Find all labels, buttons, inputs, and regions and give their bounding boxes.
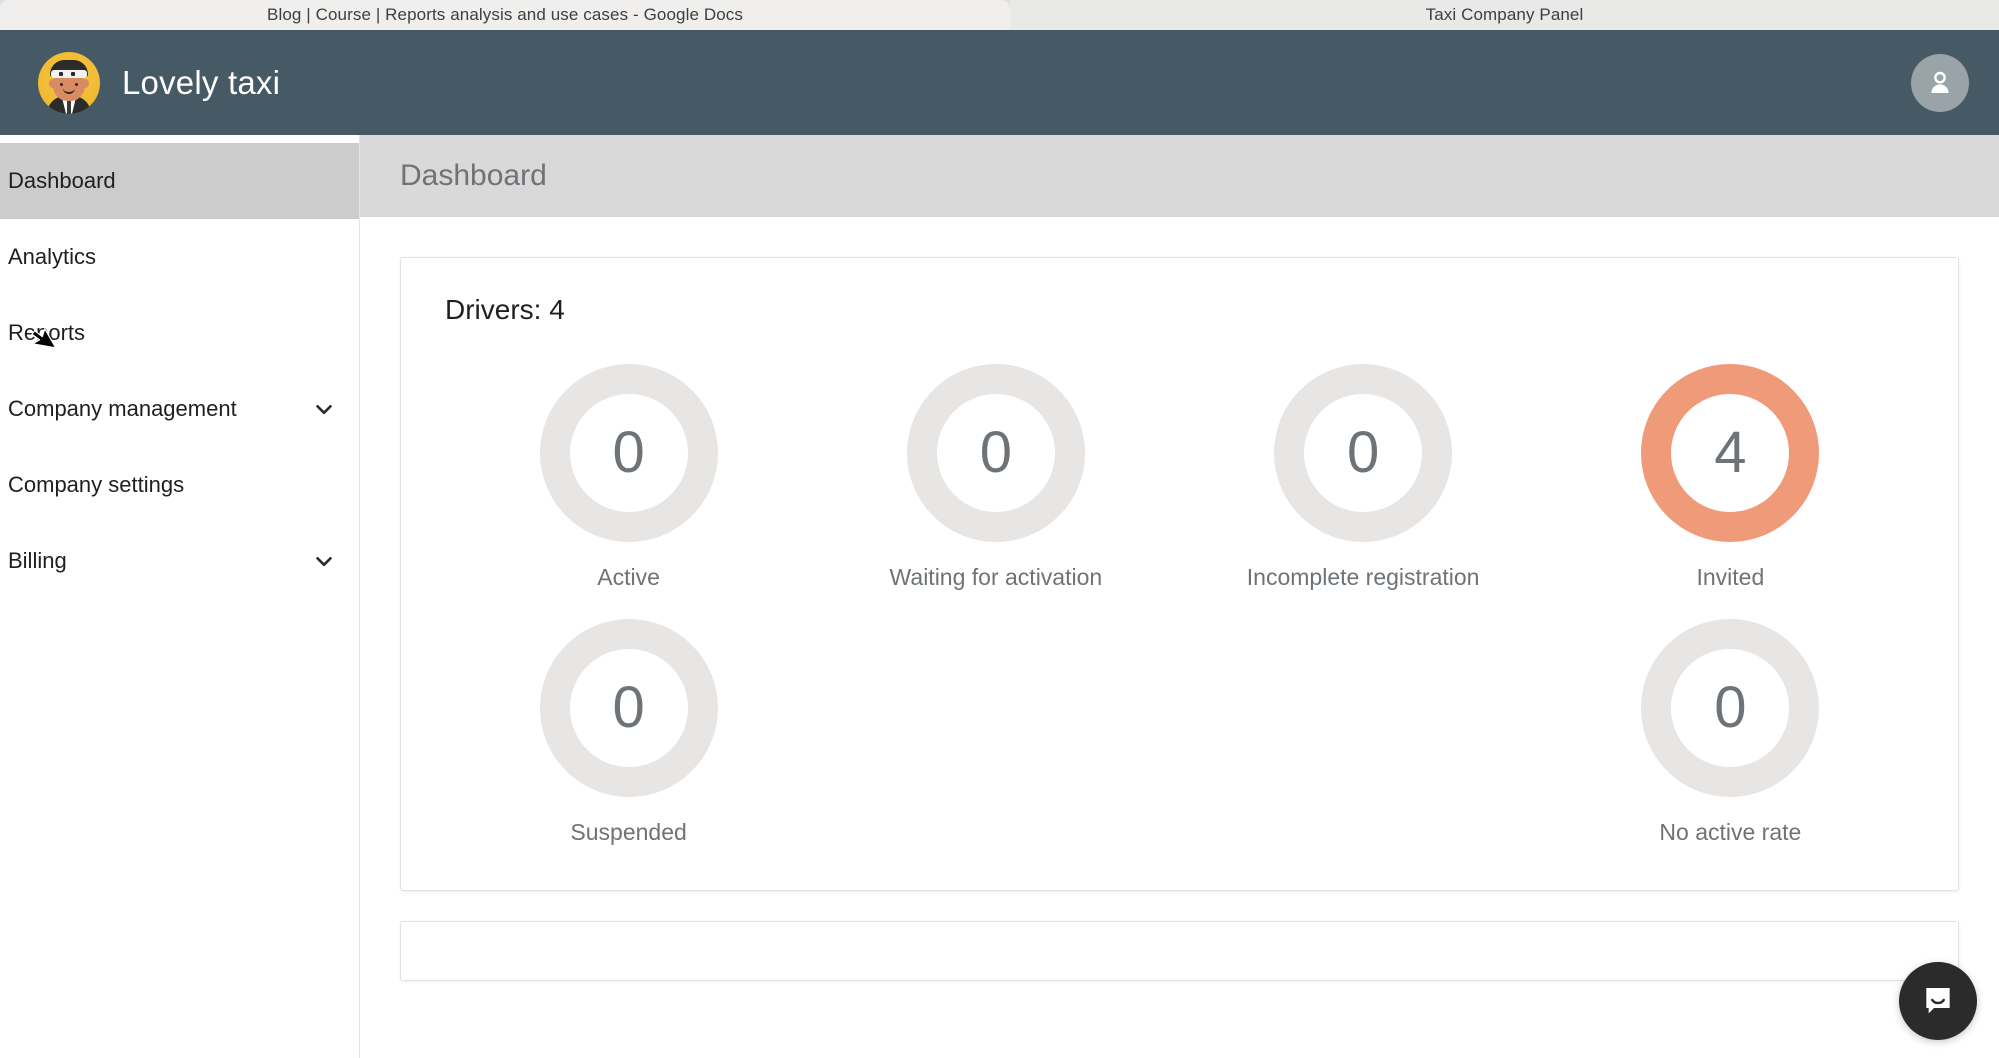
app-root: Blog | Course | Reports analysis and use… [0,0,1999,1058]
sidebar-item-reports[interactable]: Reports [0,295,359,371]
sidebar-item-billing[interactable]: Billing [0,523,359,599]
page-title: Dashboard [400,159,547,192]
sidebar-item-label: Dashboard [8,168,116,193]
donut-ring-accent: 4 [1641,364,1820,542]
drivers-card: Drivers: 4 0 Active 0 Waiting for activa… [400,257,1959,891]
sidebar-item-label: Company settings [8,472,185,497]
stat-invited[interactable]: 4 Invited [1547,364,1914,591]
donut-value: 0 [612,675,645,740]
browser-tab-taxi-company-panel[interactable]: Taxi Company Panel [1010,0,1999,30]
donut-ring: 0 [1274,364,1453,542]
secondary-card [400,921,1959,981]
sidebar-item-company-settings[interactable]: Company settings [0,447,359,523]
page-header: Dashboard [360,135,1999,217]
donut-label: Waiting for activation [889,564,1103,590]
stat-waiting-for-activation[interactable]: 0 Waiting for activation [812,364,1179,591]
taxi-driver-avatar-icon [38,51,100,114]
chat-bubble-icon [1926,988,1950,1014]
browser-tab-active[interactable]: Blog | Course | Reports analysis and use… [0,0,1010,30]
sidebar: Dashboard Analytics Reports Company mana… [0,135,360,1058]
sidebar-item-company-management[interactable]: Company management [0,371,359,447]
donut-label: Incomplete registration [1246,564,1480,590]
donut-label: Active [597,564,660,590]
chevron-down-icon[interactable] [311,396,337,422]
person-icon [1931,71,1949,93]
donut-label: No active rate [1659,819,1802,845]
donut-label: Suspended [570,819,687,845]
donut-ring: 0 [539,364,718,542]
stat-incomplete-registration[interactable]: 0 Incomplete registration [1180,364,1547,591]
content-area: Drivers: 4 0 Active 0 Waiting for activa… [360,217,1999,1058]
donut-ring: 0 [539,619,718,797]
donut-ring: 0 [1641,619,1820,797]
intercom-launcher-button[interactable] [1899,962,1977,1040]
donut-ring: 0 [906,364,1085,542]
main-content: Dashboard Drivers: 4 0 Active 0 Waiting … [360,135,1999,1058]
stat-empty-slot [812,619,1179,846]
profile-avatar[interactable] [1911,53,1969,112]
brand[interactable]: Lovely taxi [38,51,281,114]
drivers-card-title: Drivers: 4 [445,294,565,325]
drivers-stat-grid: 0 Active 0 Waiting for activation 0 Inco… [445,364,1914,846]
sidebar-item-label: Company management [8,396,237,421]
browser-tab-strip: Blog | Course | Reports analysis and use… [0,0,1999,30]
sidebar-item-analytics[interactable]: Analytics [0,219,359,295]
sidebar-item-label: Analytics [8,244,97,269]
sidebar-item-label: Billing [8,548,67,573]
sidebar-item-label: Reports [8,320,86,345]
stat-active[interactable]: 0 Active [445,364,812,591]
sidebar-item-dashboard[interactable]: Dashboard [0,143,359,219]
stat-suspended[interactable]: 0 Suspended [445,619,812,846]
donut-value: 4 [1714,420,1747,485]
donut-label: Invited [1696,564,1765,590]
donut-value: 0 [979,420,1012,485]
donut-value: 0 [612,420,645,485]
donut-value: 0 [1714,675,1747,740]
chevron-down-icon[interactable] [311,548,337,574]
app-header: Lovely taxi [0,30,1999,135]
body-wrapper: Dashboard Analytics Reports Company mana… [0,135,1999,1058]
donut-value: 0 [1346,420,1380,485]
stat-no-active-rate[interactable]: 0 No active rate [1547,619,1914,846]
brand-name: Lovely taxi [122,63,281,101]
stat-empty-slot [1180,619,1547,846]
